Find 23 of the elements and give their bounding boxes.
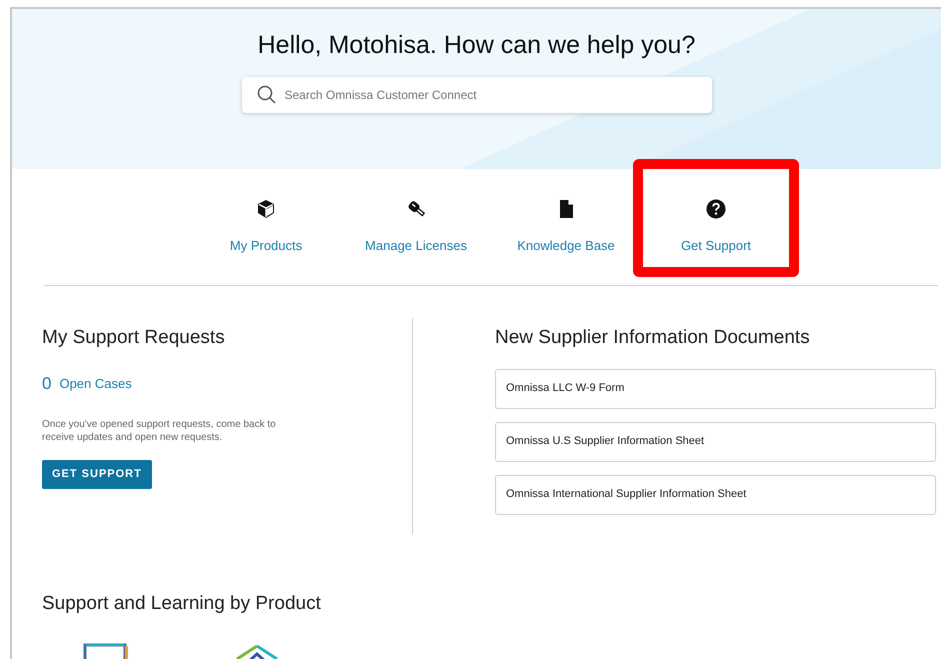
page-heading: Hello, Motohisa. How can we help you? <box>258 30 696 61</box>
cube-icon <box>256 198 276 219</box>
product-logo-icon[interactable] <box>235 642 279 659</box>
search-icon <box>256 84 276 104</box>
section-heading: Support and Learning by Product <box>42 592 322 616</box>
quick-link[interactable]: Get Support <box>680 236 752 256</box>
case-count: 0 <box>42 372 52 394</box>
section-heading: My Support Requests <box>42 326 225 350</box>
document-link[interactable]: Omnissa International Supplier Information Sheet <box>495 474 936 514</box>
product-logo-icon[interactable] <box>83 642 129 659</box>
section-heading: New Supplier Information Documents <box>495 326 811 350</box>
support-message: Once you've opened support requests, come back to receive updates and open new requests. <box>42 418 277 444</box>
document-link[interactable]: Omnissa U.S Supplier Information Sheet <box>495 422 936 462</box>
quick-link[interactable]: My Products <box>230 236 302 256</box>
document-link[interactable]: Omnissa LLC W-9 Form <box>495 368 936 408</box>
quick-link[interactable]: Knowledge Base <box>517 236 615 256</box>
search-input: Search Omnissa Customer Connect <box>284 86 696 104</box>
open-cases-link[interactable]: Open Cases <box>59 374 132 393</box>
key-icon <box>406 198 426 219</box>
quick-link[interactable]: Manage Licenses <box>365 236 467 256</box>
search-field[interactable]: Search Omnissa Customer Connect <box>242 76 712 112</box>
help-icon <box>706 198 726 219</box>
get-support-button[interactable]: GET SUPPORT <box>42 460 152 489</box>
